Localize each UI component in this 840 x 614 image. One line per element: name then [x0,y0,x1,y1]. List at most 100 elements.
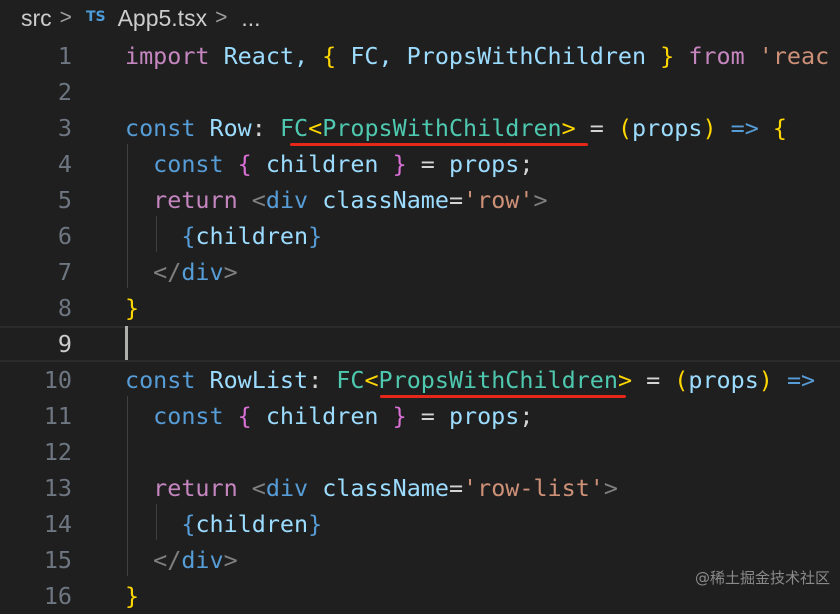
typescript-file-icon: TS [85,9,106,25]
code-token: { [181,510,196,538]
code-token: } [660,42,675,70]
code-line[interactable]: 8} [0,290,840,326]
code-line[interactable]: 14 {children} [0,506,840,542]
code-token: FC, PropsWithChildren [336,42,661,70]
code-token: children [195,222,309,250]
code-line[interactable]: 2 [0,74,840,110]
code-token: > [603,474,618,502]
code-editor[interactable]: 16} 15 </div> 14 {children} 13 return <div … [0,36,840,610]
code-token: ; [519,150,534,178]
line-number: 15 [43,546,72,574]
line-number: 4 [57,150,72,178]
code-line[interactable]: 10 const RowList: FC<PropsWithChildren> =… [0,362,840,398]
code-token: div [265,474,309,502]
code-token: PropsWithChildren [378,366,618,394]
watermark: @稀土掘金技术社区 [694,569,830,587]
line-number: 16 [43,582,72,610]
code-token: div [265,186,309,214]
code-token: = [632,366,675,394]
code-token: = [406,402,449,430]
line-number: 1 [57,42,72,70]
code-line[interactable]: 3 const Row: FC<PropsWithChildren> = (pro… [0,110,840,146]
code-text: const Row: FC<PropsWithChildren> = (prop… [125,110,787,146]
code-token: { [181,222,196,250]
indent-guide [156,216,157,252]
line-number: 2 [57,78,72,106]
breadcrumb: src > TS App5.tsx > ... [0,0,840,36]
code-token: className [322,186,449,214]
line-number: 7 [57,258,72,286]
code-token: Row [195,114,252,142]
code-token: 'row-list' [463,474,604,502]
code-token: = [448,186,464,214]
code-token: } [125,582,140,610]
code-token: children [251,150,393,178]
code-token: return [125,186,238,214]
code-token: > [533,186,548,214]
code-token: 'row' [463,186,534,214]
code-token: => [716,114,773,142]
code-token: < [308,114,323,142]
code-token: children [195,510,309,538]
code-token: FC [336,366,365,394]
code-text: const RowList: FC<PropsWithChildren> = (… [125,362,815,398]
code-text: } [125,290,139,326]
code-token: const [125,366,196,394]
code-token: < [251,474,266,502]
code-line[interactable]: 12 [0,434,840,470]
code-line[interactable]: 6 {children} [0,218,840,254]
breadcrumb-symbols[interactable]: ... [241,5,260,32]
chevron-right-icon: > [215,6,228,29]
code-text: {children} [125,506,322,542]
code-line[interactable]: 4 const { children } = props; [0,146,840,182]
code-token: import [125,42,210,70]
line-number: 13 [43,474,72,502]
code-token: < [364,366,379,394]
code-token: } [125,294,140,322]
code-token: < [251,186,266,214]
code-token: = [575,114,618,142]
breadcrumb-folder[interactable]: src [21,5,52,32]
code-token: ) [702,114,717,142]
line-number: 9 [57,330,72,358]
code-text: return <div className='row-list'> [125,470,618,506]
code-line[interactable]: 7 </div> [0,254,840,290]
code-token: React, [209,42,323,70]
breadcrumb-file[interactable]: App5.tsx [118,5,208,32]
line-number: 5 [57,186,72,214]
code-text: {children} [125,218,322,254]
code-token: props [688,366,759,394]
code-line[interactable]: 11 const { children } = props; [0,398,840,434]
code-token: props [448,402,520,430]
code-text: import React, { FC, PropsWithChildren } … [125,38,829,74]
code-token: props [448,150,520,178]
code-text: </div> [125,254,238,290]
code-line[interactable]: 1 import React, { FC, PropsWithChildren }… [0,38,840,74]
indent-guide [127,144,128,288]
code-line[interactable]: 13 return <div className='row-list'> [0,470,840,506]
code-token: > [561,114,576,142]
code-token: > [617,366,633,394]
code-token: > [223,258,238,286]
code-token: } [392,402,407,430]
annotation-underline [290,143,588,146]
code-token: 'reac [758,42,830,70]
code-token: ) [758,366,773,394]
code-text: } [125,578,139,614]
line-number: 3 [57,114,72,142]
code-token: ; [519,402,534,430]
line-number: 10 [43,366,72,394]
code-text: </div> [125,542,238,578]
code-line[interactable]: 5 return <div className='row'> [0,182,840,218]
line-number: 12 [43,438,72,466]
code-text: const { children } = props; [125,146,533,182]
code-token: return [125,474,238,502]
code-token: div [181,258,224,286]
